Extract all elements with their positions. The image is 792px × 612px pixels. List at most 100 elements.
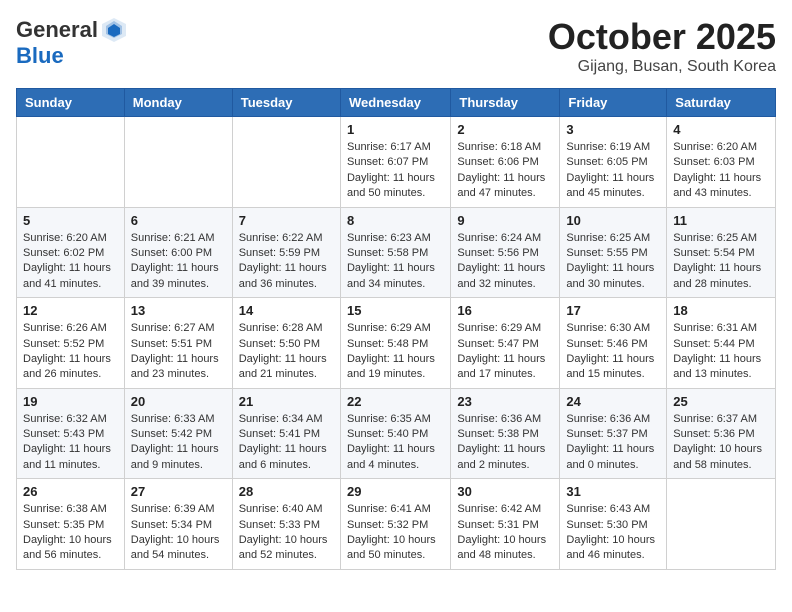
day-info: Sunrise: 6:27 AMSunset: 5:51 PMDaylight:… <box>131 321 226 383</box>
month-title: October 2025 <box>548 16 776 58</box>
day-number: 3 <box>566 122 660 137</box>
day-info: Sunrise: 6:26 AMSunset: 5:52 PMDaylight:… <box>23 321 118 383</box>
calendar-cell: 28 Sunrise: 6:40 AMSunset: 5:33 PMDayligh… <box>232 479 340 570</box>
logo-icon <box>100 16 128 44</box>
calendar-cell: 7 Sunrise: 6:22 AMSunset: 5:59 PMDaylight… <box>232 207 340 298</box>
calendar-cell: 8Sunrise: 6:23 AMSunset: 5:58 PMDaylight… <box>340 207 450 298</box>
calendar-cell: 18 Sunrise: 6:31 AMSunset: 5:44 PMDayligh… <box>667 298 776 389</box>
day-info: Sunrise: 6:20 AMSunset: 6:02 PMDaylight:… <box>23 231 118 293</box>
calendar-cell: 15 Sunrise: 6:29 AMSunset: 5:48 PMDayligh… <box>340 298 450 389</box>
calendar-week-5: 26 Sunrise: 6:38 AMSunset: 5:35 PMDayligh… <box>17 479 776 570</box>
calendar-cell: 26 Sunrise: 6:38 AMSunset: 5:35 PMDayligh… <box>17 479 125 570</box>
calendar-cell: 30 Sunrise: 6:42 AMSunset: 5:31 PMDayligh… <box>451 479 560 570</box>
day-info: Sunrise: 6:33 AMSunset: 5:42 PMDaylight:… <box>131 412 226 474</box>
day-info: Sunrise: 6:34 AMSunset: 5:41 PMDaylight:… <box>239 412 334 474</box>
calendar-cell <box>232 117 340 208</box>
calendar-cell: 20Sunrise: 6:33 AMSunset: 5:42 PMDayligh… <box>124 388 232 479</box>
day-info: Sunrise: 6:31 AMSunset: 5:44 PMDaylight:… <box>673 321 769 383</box>
day-number: 29 <box>347 484 444 499</box>
day-info: Sunrise: 6:37 AMSunset: 5:36 PMDaylight:… <box>673 412 769 474</box>
calendar-cell: 12 Sunrise: 6:26 AMSunset: 5:52 PMDayligh… <box>17 298 125 389</box>
calendar-cell: 4Sunrise: 6:20 AMSunset: 6:03 PMDaylight… <box>667 117 776 208</box>
day-info: Sunrise: 6:18 AMSunset: 6:06 PMDaylight:… <box>457 140 553 202</box>
calendar-week-3: 12 Sunrise: 6:26 AMSunset: 5:52 PMDayligh… <box>17 298 776 389</box>
logo-blue: Blue <box>16 43 64 68</box>
weekday-header-saturday: Saturday <box>667 89 776 117</box>
day-info: Sunrise: 6:42 AMSunset: 5:31 PMDaylight:… <box>457 502 553 564</box>
day-number: 18 <box>673 303 769 318</box>
day-number: 5 <box>23 213 118 228</box>
day-info: Sunrise: 6:19 AMSunset: 6:05 PMDaylight:… <box>566 140 660 202</box>
title-block: October 2025 Gijang, Busan, South Korea <box>548 16 776 76</box>
day-number: 26 <box>23 484 118 499</box>
weekday-header-row: SundayMondayTuesdayWednesdayThursdayFrid… <box>17 89 776 117</box>
day-info: Sunrise: 6:36 AMSunset: 5:38 PMDaylight:… <box>457 412 553 474</box>
day-number: 1 <box>347 122 444 137</box>
calendar-cell: 21 Sunrise: 6:34 AMSunset: 5:41 PMDayligh… <box>232 388 340 479</box>
day-number: 28 <box>239 484 334 499</box>
day-number: 16 <box>457 303 553 318</box>
calendar-cell <box>124 117 232 208</box>
calendar-cell: 13 Sunrise: 6:27 AMSunset: 5:51 PMDayligh… <box>124 298 232 389</box>
day-number: 8 <box>347 213 444 228</box>
weekday-header-wednesday: Wednesday <box>340 89 450 117</box>
day-info: Sunrise: 6:29 AMSunset: 5:47 PMDaylight:… <box>457 321 553 383</box>
calendar-week-4: 19Sunrise: 6:32 AMSunset: 5:43 PMDayligh… <box>17 388 776 479</box>
day-number: 13 <box>131 303 226 318</box>
logo: General Blue <box>16 16 128 68</box>
weekday-header-friday: Friday <box>560 89 667 117</box>
day-number: 7 <box>239 213 334 228</box>
calendar-week-2: 5 Sunrise: 6:20 AMSunset: 6:02 PMDaylight… <box>17 207 776 298</box>
day-info: Sunrise: 6:41 AMSunset: 5:32 PMDaylight:… <box>347 502 444 564</box>
calendar-cell: 25 Sunrise: 6:37 AMSunset: 5:36 PMDayligh… <box>667 388 776 479</box>
day-number: 25 <box>673 394 769 409</box>
day-number: 2 <box>457 122 553 137</box>
day-info: Sunrise: 6:38 AMSunset: 5:35 PMDaylight:… <box>23 502 118 564</box>
day-number: 19 <box>23 394 118 409</box>
day-number: 23 <box>457 394 553 409</box>
day-number: 12 <box>23 303 118 318</box>
calendar-cell: 16 Sunrise: 6:29 AMSunset: 5:47 PMDayligh… <box>451 298 560 389</box>
day-info: Sunrise: 6:43 AMSunset: 5:30 PMDaylight:… <box>566 502 660 564</box>
calendar-cell: 2 Sunrise: 6:18 AMSunset: 6:06 PMDaylight… <box>451 117 560 208</box>
day-info: Sunrise: 6:40 AMSunset: 5:33 PMDaylight:… <box>239 502 334 564</box>
calendar-cell: 27 Sunrise: 6:39 AMSunset: 5:34 PMDayligh… <box>124 479 232 570</box>
calendar-cell: 29 Sunrise: 6:41 AMSunset: 5:32 PMDayligh… <box>340 479 450 570</box>
calendar-cell: 3 Sunrise: 6:19 AMSunset: 6:05 PMDaylight… <box>560 117 667 208</box>
day-info: Sunrise: 6:35 AMSunset: 5:40 PMDaylight:… <box>347 412 444 474</box>
calendar-cell: 9 Sunrise: 6:24 AMSunset: 5:56 PMDaylight… <box>451 207 560 298</box>
day-info: Sunrise: 6:39 AMSunset: 5:34 PMDaylight:… <box>131 502 226 564</box>
location: Gijang, Busan, South Korea <box>548 58 776 76</box>
day-number: 30 <box>457 484 553 499</box>
day-info: Sunrise: 6:25 AMSunset: 5:55 PMDaylight:… <box>566 231 660 293</box>
day-info: Sunrise: 6:17 AMSunset: 6:07 PMDaylight:… <box>347 140 444 202</box>
day-number: 22 <box>347 394 444 409</box>
day-info: Sunrise: 6:21 AMSunset: 6:00 PMDaylight:… <box>131 231 226 293</box>
day-number: 31 <box>566 484 660 499</box>
calendar-cell: 11 Sunrise: 6:25 AMSunset: 5:54 PMDayligh… <box>667 207 776 298</box>
day-info: Sunrise: 6:24 AMSunset: 5:56 PMDaylight:… <box>457 231 553 293</box>
day-number: 27 <box>131 484 226 499</box>
day-number: 9 <box>457 213 553 228</box>
calendar-cell: 23 Sunrise: 6:36 AMSunset: 5:38 PMDayligh… <box>451 388 560 479</box>
calendar-cell: 24Sunrise: 6:36 AMSunset: 5:37 PMDayligh… <box>560 388 667 479</box>
calendar-cell: 17Sunrise: 6:30 AMSunset: 5:46 PMDayligh… <box>560 298 667 389</box>
day-info: Sunrise: 6:36 AMSunset: 5:37 PMDaylight:… <box>566 412 660 474</box>
calendar-cell: 31 Sunrise: 6:43 AMSunset: 5:30 PMDayligh… <box>560 479 667 570</box>
day-info: Sunrise: 6:22 AMSunset: 5:59 PMDaylight:… <box>239 231 334 293</box>
day-info: Sunrise: 6:28 AMSunset: 5:50 PMDaylight:… <box>239 321 334 383</box>
day-number: 15 <box>347 303 444 318</box>
calendar-cell: 14 Sunrise: 6:28 AMSunset: 5:50 PMDayligh… <box>232 298 340 389</box>
calendar-week-1: 1 Sunrise: 6:17 AMSunset: 6:07 PMDaylight… <box>17 117 776 208</box>
logo-general: General <box>16 18 98 42</box>
day-info: Sunrise: 6:25 AMSunset: 5:54 PMDaylight:… <box>673 231 769 293</box>
day-number: 14 <box>239 303 334 318</box>
day-number: 11 <box>673 213 769 228</box>
day-info: Sunrise: 6:30 AMSunset: 5:46 PMDaylight:… <box>566 321 660 383</box>
day-number: 10 <box>566 213 660 228</box>
day-info: Sunrise: 6:29 AMSunset: 5:48 PMDaylight:… <box>347 321 444 383</box>
day-number: 21 <box>239 394 334 409</box>
calendar-cell <box>17 117 125 208</box>
calendar-cell <box>667 479 776 570</box>
calendar-cell: 6Sunrise: 6:21 AMSunset: 6:00 PMDaylight… <box>124 207 232 298</box>
